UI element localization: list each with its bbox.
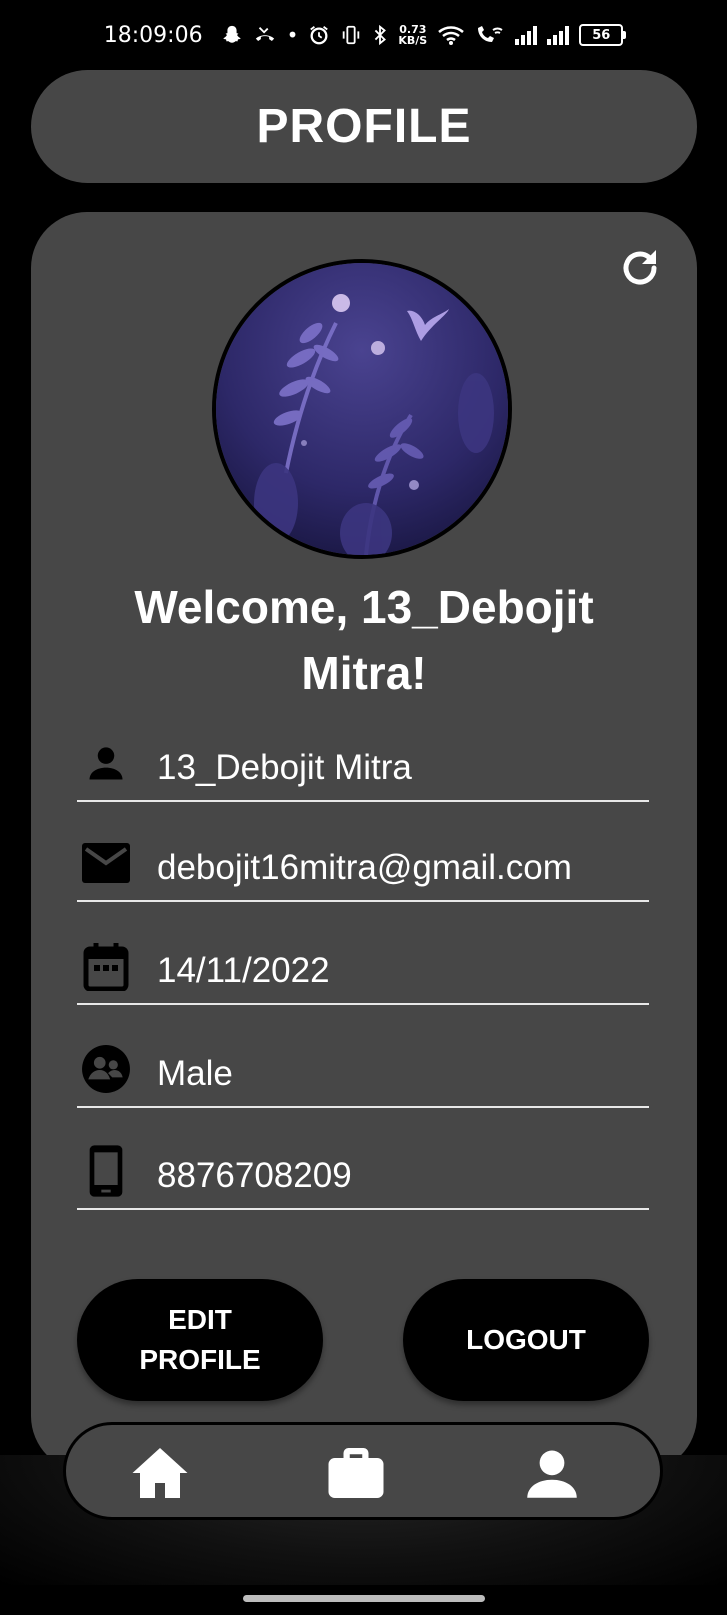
- nav-home[interactable]: [130, 1443, 190, 1503]
- missed-call-icon: [255, 27, 274, 41]
- home-indicator[interactable]: [243, 1595, 485, 1602]
- net-speed-unit: KB/S: [398, 34, 428, 47]
- gender-field[interactable]: Male: [77, 1008, 649, 1108]
- profile-card: Welcome, 13_Debojit Mitra! 13_Debojit Mi…: [31, 212, 697, 1472]
- date-value: 14/11/2022: [157, 951, 330, 990]
- date-field[interactable]: 14/11/2022: [77, 905, 649, 1005]
- refresh-icon[interactable]: [616, 244, 664, 292]
- mail-icon: [79, 836, 133, 890]
- logout-button[interactable]: LOGOUT: [403, 1279, 649, 1401]
- avatar-image: [216, 263, 508, 555]
- status-icons: • 0.73 KB/S 56: [221, 23, 627, 47]
- battery-icon: 56: [579, 24, 627, 46]
- signal-1-icon: [515, 25, 538, 45]
- avatar[interactable]: [212, 259, 512, 559]
- snapchat-icon: [222, 25, 241, 43]
- status-time: 18:09:06: [103, 22, 203, 48]
- logout-label: LOGOUT: [466, 1324, 586, 1355]
- calendar-icon: [79, 939, 133, 993]
- vibrate-icon: [343, 25, 360, 45]
- net-speed: 0.73 KB/S: [398, 24, 427, 46]
- home-icon: [132, 1448, 188, 1498]
- battery-level: 56: [592, 27, 611, 43]
- dot-icon: •: [286, 23, 299, 47]
- edit-profile-button[interactable]: EDIT PROFILE: [77, 1279, 323, 1401]
- bluetooth-icon: [375, 24, 387, 46]
- gender-icon: [79, 1042, 133, 1096]
- person-icon: [79, 736, 133, 790]
- header-bar: PROFILE: [31, 70, 697, 183]
- person-icon: [527, 1450, 577, 1498]
- status-bar: 18:09:06 • 0.73 KB/S 56: [0, 0, 727, 70]
- phone-field[interactable]: 8876708209: [77, 1110, 649, 1210]
- nav-profile[interactable]: [522, 1443, 582, 1503]
- welcome-message: Welcome, 13_Debojit Mitra!: [134, 581, 594, 699]
- briefcase-icon: [328, 1448, 384, 1498]
- edit-profile-label: EDIT PROFILE: [139, 1304, 261, 1375]
- page-title: PROFILE: [256, 100, 472, 153]
- bottom-nav: [63, 1422, 663, 1520]
- phone-value: 8876708209: [157, 1156, 352, 1195]
- email-field[interactable]: debojit16mitra@gmail.com: [77, 802, 649, 902]
- phone-icon: [79, 1144, 133, 1198]
- name-value: 13_Debojit Mitra: [157, 748, 412, 787]
- gender-value: Male: [157, 1054, 233, 1093]
- wifi-icon: [438, 26, 465, 45]
- signal-2-icon: [547, 25, 570, 45]
- wifi-calling-icon: [478, 26, 503, 42]
- nav-jobs[interactable]: [326, 1443, 386, 1503]
- email-value: debojit16mitra@gmail.com: [157, 848, 572, 887]
- alarm-icon: [310, 26, 329, 45]
- name-field[interactable]: 13_Debojit Mitra: [77, 702, 649, 802]
